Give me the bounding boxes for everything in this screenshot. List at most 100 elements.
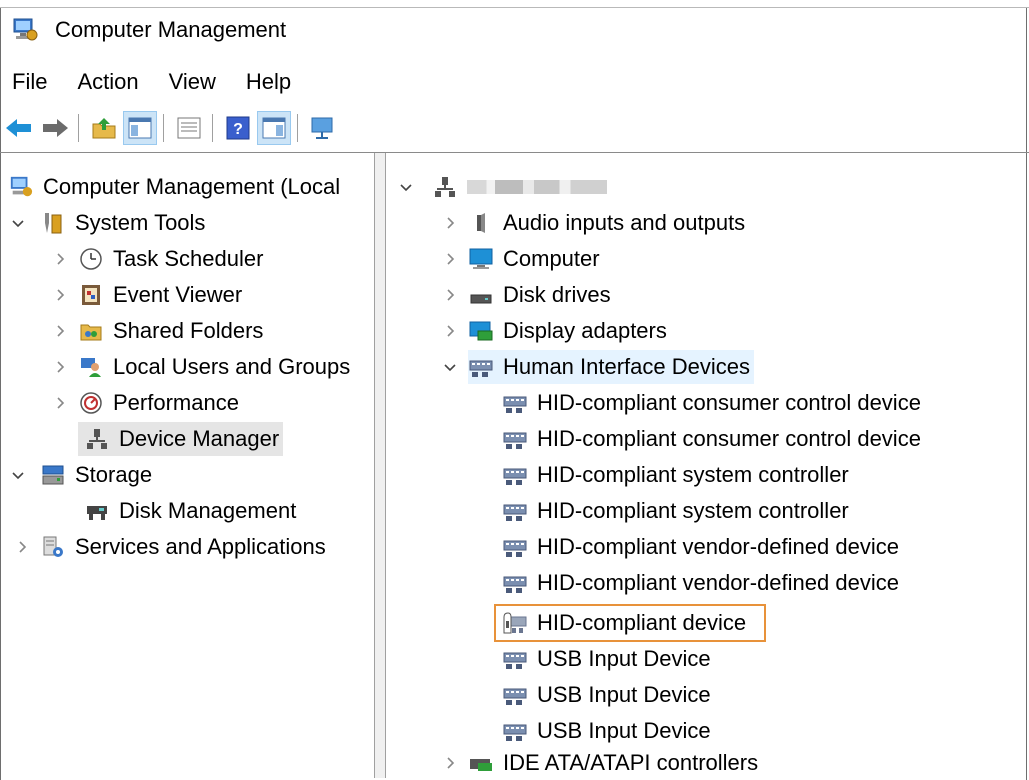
device-tree-root[interactable] [394, 170, 607, 204]
chevron-right-icon[interactable] [438, 319, 462, 343]
computer-management-icon [8, 174, 34, 200]
chevron-right-icon[interactable] [10, 535, 34, 559]
chevron-right-icon[interactable] [438, 751, 462, 775]
hid-device-item[interactable]: USB Input Device [502, 714, 715, 748]
speaker-icon [468, 210, 494, 236]
window-top-edge [0, 0, 1029, 8]
tree-item-performance[interactable]: Performance [48, 386, 243, 420]
tree-item-label: Device Manager [119, 426, 280, 451]
chevron-right-icon[interactable] [48, 319, 72, 343]
tree-item-event-viewer[interactable]: Event Viewer [48, 278, 246, 312]
hid-device-label: HID-compliant system controller [537, 498, 849, 523]
menu-action[interactable]: Action [62, 69, 153, 95]
tree-item-disk-management[interactable]: Disk Management [84, 494, 300, 528]
device-category-label: Disk drives [503, 282, 611, 307]
hid-device-entry: HID-compliant device [493, 604, 767, 642]
back-arrow-icon[interactable] [2, 111, 36, 145]
properties-icon[interactable] [172, 111, 206, 145]
chevron-right-icon[interactable] [48, 391, 72, 415]
pane-splitter[interactable] [374, 153, 386, 778]
services-icon [40, 534, 66, 560]
hid-device-label: HID-compliant device [537, 610, 747, 635]
forward-arrow-icon[interactable] [38, 111, 72, 145]
menu-help[interactable]: Help [231, 69, 306, 95]
hid-device-entry: HID-compliant system controller [502, 458, 853, 492]
hid-device-item[interactable]: HID-compliant vendor-defined device [502, 530, 903, 564]
hid-icon [468, 354, 494, 380]
menu-view[interactable]: View [154, 69, 231, 95]
chevron-right-icon[interactable] [438, 247, 462, 271]
tree-item-label: Local Users and Groups [113, 354, 351, 379]
hid-device-entry: HID-compliant vendor-defined device [502, 530, 903, 564]
chevron-right-icon[interactable] [48, 355, 72, 379]
up-folder-icon[interactable] [87, 111, 121, 145]
toolbar-separator [297, 114, 298, 142]
chevron-down-icon[interactable] [394, 175, 418, 199]
chevron-right-icon[interactable] [48, 247, 72, 271]
chevron-down-icon[interactable] [6, 211, 30, 235]
hid-device-entry: HID-compliant consumer control device [502, 422, 925, 456]
chevron-down-icon[interactable] [6, 463, 30, 487]
hid-device-item[interactable]: HID-compliant system controller [502, 494, 853, 528]
console-tree: Computer Management (Local System Tools … [0, 153, 374, 778]
tree-item-services[interactable]: Services and Applications [10, 530, 330, 564]
hid-device-icon [502, 646, 528, 672]
computer-management-icon [12, 17, 38, 43]
storage-icon [40, 462, 66, 488]
computer-icon [468, 246, 494, 272]
monitor-icon[interactable] [306, 111, 340, 145]
event-viewer-icon [78, 282, 104, 308]
blurred-computer-name [467, 180, 607, 194]
toolbar: ? [0, 106, 1029, 150]
tree-item-task-scheduler[interactable]: Task Scheduler [48, 242, 267, 276]
hid-device-entry: USB Input Device [502, 642, 715, 676]
hid-device-entry: HID-compliant system controller [502, 494, 853, 528]
device-category-computer[interactable]: Computer [438, 242, 604, 276]
chevron-right-icon[interactable] [438, 283, 462, 307]
hid-device-item[interactable]: USB Input Device [502, 642, 715, 676]
hid-device-entry: USB Input Device [502, 714, 715, 748]
device-category-label: IDE ATA/ATAPI controllers [503, 750, 759, 775]
show-hide-action-pane-icon[interactable] [257, 111, 291, 145]
performance-icon [78, 390, 104, 416]
tree-root-label: Computer Management (Local [43, 174, 341, 199]
hid-device-item[interactable]: HID-compliant device [493, 604, 767, 642]
device-category-audio[interactable]: Audio inputs and outputs [438, 206, 749, 240]
hid-device-label: HID-compliant system controller [537, 462, 849, 487]
tree-item-storage[interactable]: Storage [6, 458, 156, 492]
hid-device-warning-icon [502, 610, 528, 636]
tree-item-label: Performance [113, 390, 239, 415]
hid-device-entry: HID-compliant vendor-defined device [502, 566, 903, 600]
hid-device-entry: HID-compliant consumer control device [502, 386, 925, 420]
tree-item-local-users[interactable]: Local Users and Groups [48, 350, 354, 384]
users-icon [78, 354, 104, 380]
window-title: Computer Management [55, 17, 287, 42]
hid-device-item[interactable]: HID-compliant system controller [502, 458, 853, 492]
device-category-disk-drives[interactable]: Disk drives [438, 278, 615, 312]
hid-device-item[interactable]: HID-compliant vendor-defined device [502, 566, 903, 600]
device-category-ide[interactable]: IDE ATA/ATAPI controllers [438, 746, 762, 778]
toolbar-separator [78, 114, 79, 142]
chevron-down-icon[interactable] [438, 355, 462, 379]
device-category-display[interactable]: Display adapters [438, 314, 671, 348]
shared-folder-icon [78, 318, 104, 344]
hid-device-entry: USB Input Device [502, 678, 715, 712]
tree-item-system-tools[interactable]: System Tools [6, 206, 209, 240]
tree-item-shared-folders[interactable]: Shared Folders [48, 314, 267, 348]
tree-root[interactable]: Computer Management (Local [8, 170, 344, 204]
show-hide-tree-icon[interactable] [123, 111, 157, 145]
svg-text:?: ? [233, 121, 243, 138]
help-icon[interactable]: ? [221, 111, 255, 145]
menu-file[interactable]: File [0, 69, 62, 95]
hid-device-label: HID-compliant vendor-defined device [537, 534, 899, 559]
hid-device-item[interactable]: HID-compliant consumer control device [502, 386, 925, 420]
tree-item-device-manager[interactable]: Device Manager [78, 422, 284, 456]
chevron-right-icon[interactable] [48, 283, 72, 307]
tree-item-label: Services and Applications [75, 534, 326, 559]
hid-device-item[interactable]: HID-compliant consumer control device [502, 422, 925, 456]
device-manager-icon [84, 426, 110, 452]
hid-device-item[interactable]: USB Input Device [502, 678, 715, 712]
device-category-hid[interactable]: Human Interface Devices [438, 350, 754, 384]
chevron-right-icon[interactable] [438, 211, 462, 235]
hid-device-label: HID-compliant vendor-defined device [537, 570, 899, 595]
